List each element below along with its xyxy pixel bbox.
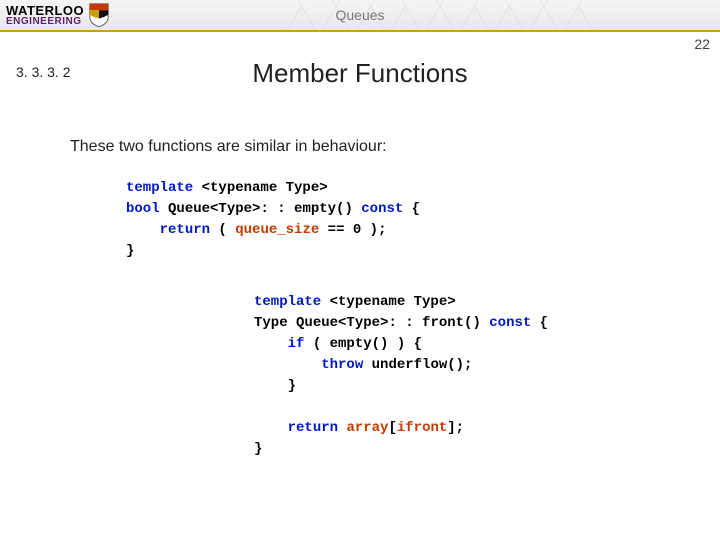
logo-word-top: WATERLOO [6,4,84,17]
code-token: template [126,180,193,196]
code-token: if [288,336,305,352]
header-topic: Queues [335,7,384,23]
slide-title: Member Functions [252,58,467,89]
code-block-front: template <typename Type> Type Queue<Type… [254,292,548,460]
code-token: } [126,243,134,259]
code-token [254,378,288,394]
header-background-pattern [280,0,600,30]
code-token [254,420,288,436]
logo-text-block: WATERLOO ENGINEERING [6,4,84,27]
intro-text: These two functions are similar in behav… [70,138,387,156]
header-bar: WATERLOO ENGINEERING Queues [0,0,720,32]
code-token: } [288,378,296,394]
code-token: return [288,420,338,436]
code-token: underflow(); [363,357,472,373]
code-token: throw [321,357,363,373]
code-token: : : empty() [260,201,361,217]
code-token: Queue<Type> [288,315,389,331]
code-token: } [254,441,262,457]
logo-word-bottom: ENGINEERING [6,17,84,27]
page-number: 22 [694,36,710,52]
code-token: ]; [447,420,464,436]
code-token: Queue<Type> [160,201,261,217]
code-token: ifront [397,420,447,436]
code-token: <typename Type> [321,294,455,310]
code-token: [ [388,420,396,436]
code-token: return [160,222,210,238]
code-token: const [489,315,531,331]
code-token [126,222,160,238]
code-token: ( empty() ) { [304,336,422,352]
code-token [254,357,321,373]
code-token: == 0 ); [319,222,386,238]
code-token: { [403,201,420,217]
code-token: <typename Type> [193,180,327,196]
waterloo-logo: WATERLOO ENGINEERING [6,2,110,28]
code-block-empty: template <typename Type> bool Queue<Type… [126,178,420,262]
code-token: queue_size [235,222,319,238]
code-token: bool [126,201,160,217]
section-number: 3. 3. 3. 2 [16,64,70,80]
code-token: template [254,294,321,310]
code-token: ( [210,222,235,238]
code-token: array [346,420,388,436]
code-token: Type [254,315,288,331]
code-token [254,336,288,352]
shield-icon [88,2,110,28]
code-token: { [531,315,548,331]
code-token: const [361,201,403,217]
code-token: : : front() [388,315,489,331]
